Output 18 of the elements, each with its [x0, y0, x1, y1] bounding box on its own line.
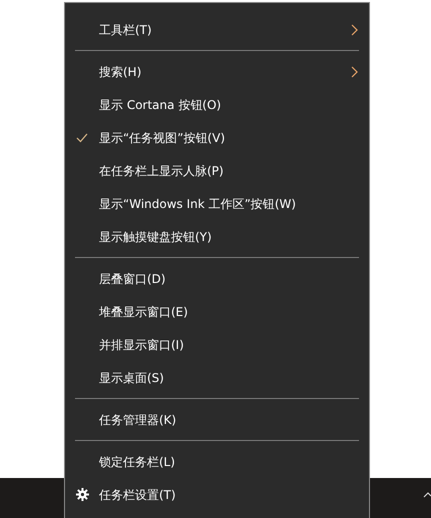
menu-item[interactable]: 显示桌面(S) [65, 361, 369, 394]
chevron-right-icon [351, 66, 358, 78]
menu-item[interactable]: 显示“Windows Ink 工作区”按钮(W) [65, 187, 369, 220]
chevron-right-icon [351, 24, 358, 36]
menu-item[interactable]: 显示 Cortana 按钮(O) [65, 88, 369, 121]
menu-item[interactable]: 锁定任务栏(L) [65, 445, 369, 478]
menu-item[interactable]: 任务管理器(K) [65, 403, 369, 436]
menu-item[interactable]: 任务栏设置(T) [65, 478, 369, 511]
menu-item[interactable]: 层叠窗口(D) [65, 262, 369, 295]
menu-item[interactable]: 在任务栏上显示人脉(P) [65, 154, 369, 187]
menu-item[interactable]: 工具栏(T) [65, 13, 369, 46]
menu-item[interactable]: 并排显示窗口(I) [65, 328, 369, 361]
gear-icon [76, 488, 88, 501]
menu-item[interactable]: 搜索(H) [65, 55, 369, 88]
menu-item[interactable]: 显示触摸键盘按钮(Y) [65, 220, 369, 253]
menu-item[interactable]: 堆叠显示窗口(E) [65, 295, 369, 328]
menu-item[interactable]: 显示“任务视图”按钮(V) [65, 121, 369, 154]
chevron-up-icon[interactable] [423, 492, 431, 498]
